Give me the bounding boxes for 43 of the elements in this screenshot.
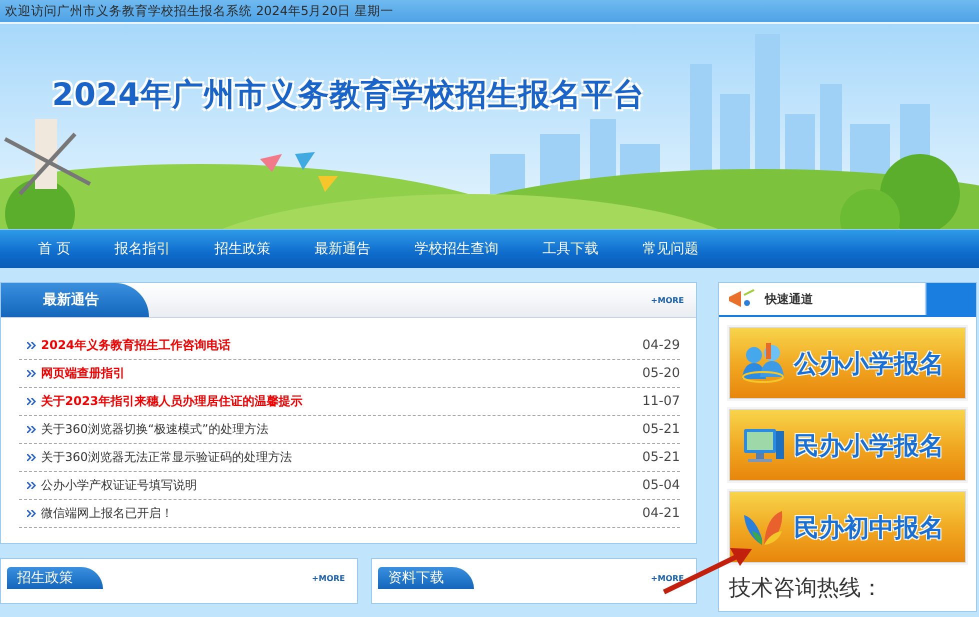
panel-title: 快速通道 <box>765 290 813 308</box>
double-chevron-icon <box>27 370 36 377</box>
more-link[interactable]: +MORE <box>650 296 684 304</box>
double-chevron-icon <box>27 398 36 405</box>
nav-link[interactable]: 报名指引 <box>92 240 192 258</box>
nav-link[interactable]: 首 页 <box>16 240 92 258</box>
news-date: 05-21 <box>642 422 680 437</box>
panel-title: 招生政策 <box>7 567 103 589</box>
hotline-label: 技术咨询热线： <box>729 575 884 603</box>
more-link[interactable]: +MORE <box>650 574 684 582</box>
double-chevron-icon <box>27 426 36 433</box>
news-date: 05-20 <box>642 366 680 381</box>
double-chevron-icon <box>27 454 36 461</box>
news-link[interactable]: 关于2023年指引来穗人员办理居住证的温馨提示 <box>41 393 642 410</box>
nav-link[interactable]: 常见问题 <box>620 240 720 258</box>
double-chevron-icon <box>27 482 36 489</box>
news-link[interactable]: 关于360浏览器切换“极速模式”的处理方法 <box>41 421 642 438</box>
registration-button[interactable]: 民办小学报名 <box>729 409 966 481</box>
nav-link[interactable]: 招生政策 <box>192 240 292 258</box>
welcome-date-text: 欢迎访问广州市义务教育学校招生报名系统 2024年5月20日 星期一 <box>4 2 395 20</box>
nav-link[interactable]: 学校招生查询 <box>392 240 520 258</box>
nav-link[interactable]: 工具下载 <box>520 240 620 258</box>
news-date: 11-07 <box>642 394 680 409</box>
people-icon <box>740 341 786 385</box>
registration-button[interactable]: 民办初中报名 <box>729 491 966 563</box>
banner-title: 2024年广州市义务教育学校招生报名平台 <box>51 76 646 115</box>
nav-link[interactable]: 最新通告 <box>292 240 392 258</box>
news-date: 05-04 <box>642 478 680 493</box>
news-link[interactable]: 2024年义务教育招生工作咨询电话 <box>41 337 642 354</box>
news-link[interactable]: 网页端查册指引 <box>41 365 642 382</box>
double-chevron-icon <box>27 342 36 349</box>
news-link[interactable]: 微信端网上报名已开启！ <box>41 505 642 522</box>
double-chevron-icon <box>27 510 36 517</box>
news-date: 04-29 <box>642 338 680 353</box>
panel-title: 最新通告 <box>1 283 149 317</box>
registration-button[interactable]: 公办小学报名 <box>729 327 966 399</box>
news-date: 05-21 <box>642 450 680 465</box>
news-link[interactable]: 公办小学产权证证号填写说明 <box>41 477 642 494</box>
news-date: 04-21 <box>642 506 680 521</box>
more-link[interactable]: +MORE <box>312 574 345 582</box>
megaphone-icon <box>727 289 755 309</box>
news-link[interactable]: 关于360浏览器无法正常显示验证码的处理方法 <box>41 449 642 466</box>
panel-title: 资料下载 <box>378 567 474 589</box>
